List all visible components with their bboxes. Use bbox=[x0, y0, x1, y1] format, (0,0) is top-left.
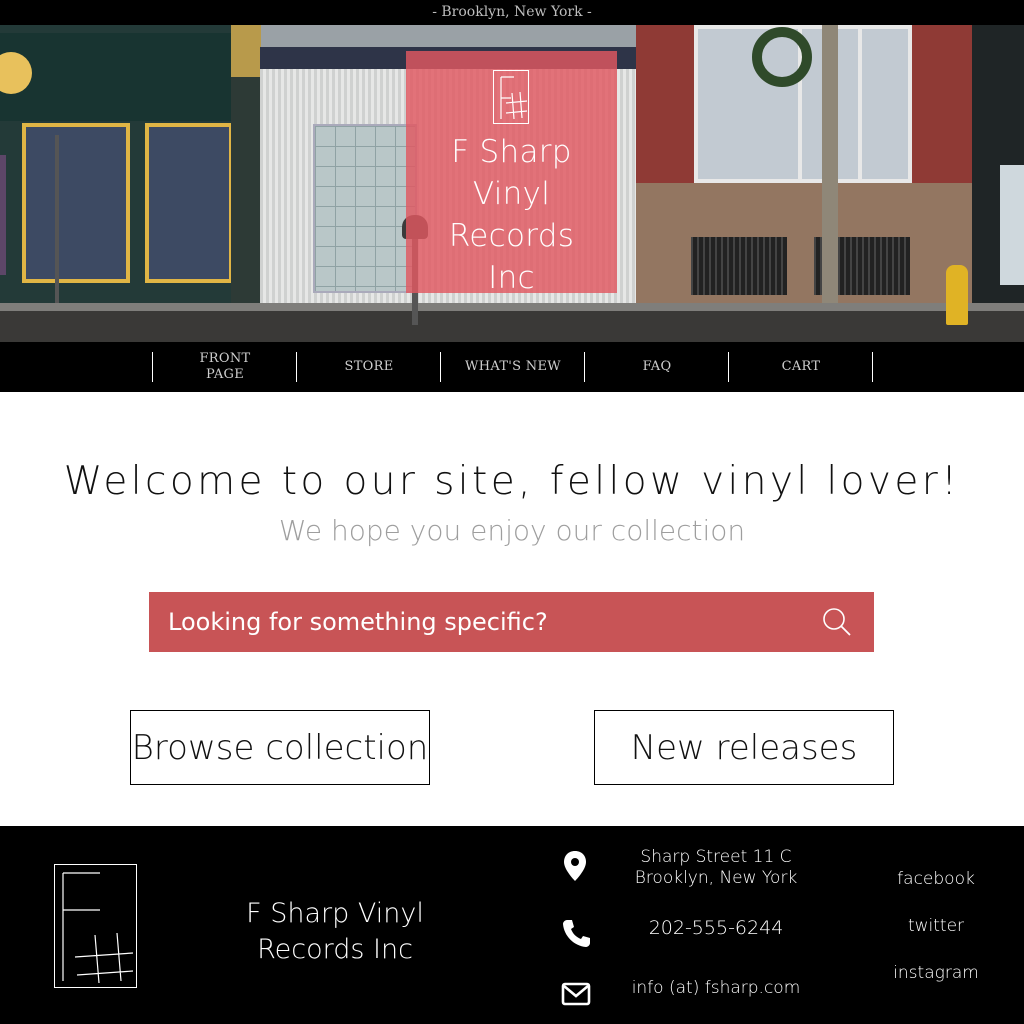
footer-logo-icon bbox=[54, 864, 137, 988]
brand-box: F Sharp Vinyl Records Inc bbox=[406, 51, 617, 296]
brand-monogram-icon bbox=[493, 70, 529, 124]
basement-grate bbox=[691, 237, 787, 295]
search-bar bbox=[149, 592, 874, 652]
search-input[interactable] bbox=[149, 592, 809, 652]
sidewalk bbox=[0, 303, 1024, 342]
brand-title-line: Records bbox=[448, 218, 575, 254]
brand-title-line: Vinyl bbox=[472, 176, 551, 212]
shop-window bbox=[145, 123, 233, 283]
browse-collection-button[interactable]: Browse collection bbox=[130, 710, 430, 785]
footer-company-name: F Sharp Vinyl Records Inc bbox=[246, 898, 424, 965]
brand-title-line: Inc bbox=[488, 260, 535, 296]
welcome-subheading: We hope you enjoy our collection bbox=[278, 514, 746, 547]
footer-phone: 202-555-6244 bbox=[648, 917, 784, 939]
phone-icon bbox=[563, 920, 590, 947]
brand-title: F Sharp Vinyl Records Inc bbox=[406, 131, 617, 299]
location-text: - Brooklyn, New York - bbox=[432, 4, 592, 20]
nav-whats-new[interactable]: WHAT'S NEW bbox=[440, 352, 585, 382]
nav-divider bbox=[872, 352, 873, 382]
location-pin-icon bbox=[564, 851, 586, 881]
new-releases-button[interactable]: New releases bbox=[594, 710, 894, 785]
building-right bbox=[972, 25, 1024, 305]
fire-hydrant bbox=[946, 265, 968, 325]
instagram-link[interactable]: instagram bbox=[880, 963, 992, 983]
nav-store[interactable]: STORE bbox=[296, 352, 441, 382]
location-bar: - Brooklyn, New York - bbox=[0, 0, 1024, 25]
glass-block-window bbox=[313, 124, 417, 293]
envelope-icon bbox=[561, 982, 591, 1006]
nav-faq[interactable]: FAQ bbox=[584, 352, 729, 382]
search-icon[interactable] bbox=[821, 606, 853, 638]
nav-front-page[interactable]: FRONT PAGE bbox=[152, 351, 297, 382]
footer-email[interactable]: info (at) fsharp.com bbox=[616, 978, 816, 999]
wreath bbox=[752, 27, 812, 87]
facebook-link[interactable]: facebook bbox=[880, 869, 992, 889]
address-line: Brooklyn, New York bbox=[634, 868, 798, 888]
utility-pole bbox=[822, 25, 838, 325]
shop-window bbox=[22, 123, 130, 283]
brand-title-line: F Sharp bbox=[451, 134, 572, 170]
storefront-left bbox=[0, 25, 233, 325]
footer-address: Sharp Street 11 C Brooklyn, New York bbox=[616, 847, 816, 889]
twitter-link[interactable]: twitter bbox=[880, 916, 992, 936]
sign-pole bbox=[55, 135, 59, 325]
address-line: Sharp Street 11 C bbox=[640, 847, 792, 867]
site-footer: F Sharp Vinyl Records Inc Sharp Street 1… bbox=[0, 826, 1024, 1024]
welcome-heading: Welcome to our site, fellow vinyl lover! bbox=[63, 459, 961, 504]
main-nav: FRONT PAGE STORE WHAT'S NEW FAQ CART bbox=[0, 342, 1024, 392]
hero-banner: F Sharp Vinyl Records Inc bbox=[0, 25, 1024, 342]
nav-cart[interactable]: CART bbox=[728, 352, 873, 382]
